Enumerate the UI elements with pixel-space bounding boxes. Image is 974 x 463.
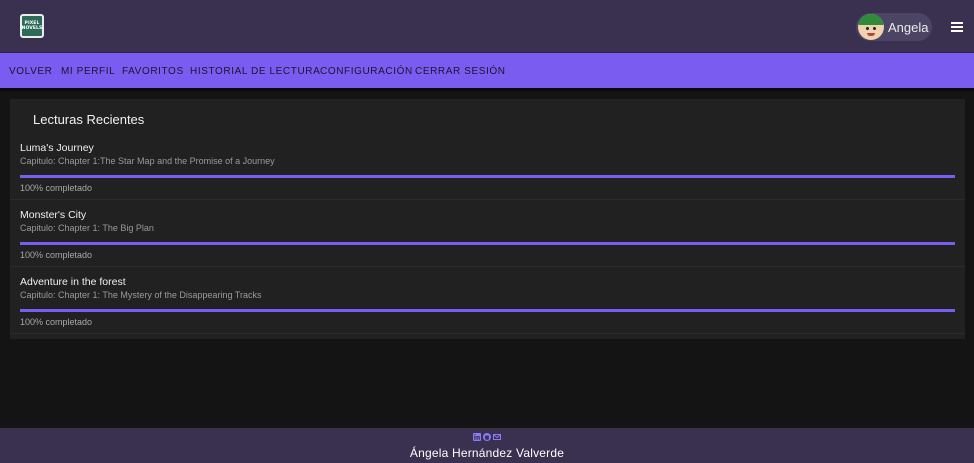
footer: Ángela Hernández Valverde [0,428,974,463]
list-item[interactable]: Adventure in the forest Capitulo: Chapte… [10,267,965,334]
book-title: Monster's City [20,209,87,221]
card-title: Lecturas Recientes [33,112,145,127]
logo-line-2: NOVELS [21,26,43,31]
github-icon[interactable] [483,433,491,441]
nav-favoritos[interactable]: FAVORITOS [122,66,184,77]
book-title: Luma's Journey [20,142,94,154]
progress-bar [20,309,955,312]
progress-text: 100% completado [20,183,93,193]
progress-text: 100% completado [20,250,93,260]
nav-divider [0,88,974,91]
footer-author-name: Ángela Hernández Valverde [409,446,565,460]
navigation-bar: VOLVER MI PERFIL FAVORITOS HISTORIAL DE … [0,53,974,90]
list-item[interactable]: Monster's City Capitulo: Chapter 1: The … [10,200,965,267]
user-menu[interactable]: Angela [856,13,932,41]
chapter-label: Capitulo: Chapter 1:The Star Map and the… [20,156,275,166]
nav-volver[interactable]: VOLVER [9,66,52,77]
chapter-label: Capitulo: Chapter 1: The Mystery of the … [20,290,262,300]
linkedin-icon[interactable] [473,433,481,441]
progress-bar [20,175,955,178]
nav-configuracion[interactable]: CONFIGURACIÓN [320,66,413,77]
mail-icon[interactable] [493,433,501,441]
chapter-label: Capitulo: Chapter 1: The Big Plan [20,223,154,233]
list-item[interactable]: Luma's Journey Capitulo: Chapter 1:The S… [10,133,965,200]
social-links [473,433,501,441]
recent-readings-card: Lecturas Recientes Luma's Journey Capitu… [10,99,965,339]
avatar [858,14,884,40]
nav-cerrar-sesion[interactable]: CERRAR SESIÓN [415,66,506,77]
progress-text: 100% completado [20,317,93,327]
book-title: Adventure in the forest [20,276,126,288]
top-header: PIXEL NOVELS Angela [0,0,974,53]
user-name: Angela [888,20,929,35]
progress-bar [20,242,955,245]
nav-mi-perfil[interactable]: MI PERFIL [61,66,115,77]
hamburger-menu-icon[interactable] [951,22,963,32]
pixel-novels-logo[interactable]: PIXEL NOVELS [20,14,44,38]
nav-historial-de-lectura[interactable]: HISTORIAL DE LECTURA [190,66,320,77]
